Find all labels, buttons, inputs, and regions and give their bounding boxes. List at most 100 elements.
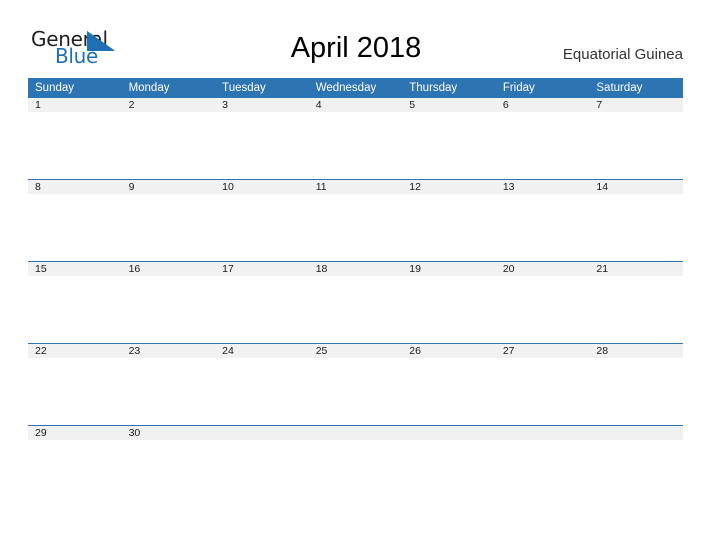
day-events-area [402, 440, 496, 506]
day-events-area[interactable] [402, 358, 496, 424]
day-number [589, 426, 683, 440]
day-events-area[interactable] [589, 276, 683, 342]
calendar-body: 1 2 3 4 5 6 7 8 9 10 11 12 13 14 15 16 1… [28, 98, 683, 506]
day-events-area[interactable] [589, 194, 683, 260]
calendar-day-cell[interactable]: 6 [495, 98, 590, 180]
calendar-day-cell[interactable]: 8 [28, 179, 122, 262]
day-events-area[interactable] [215, 276, 309, 342]
day-events-area [589, 440, 683, 506]
day-events-area[interactable] [215, 112, 309, 178]
day-events-area[interactable] [402, 112, 496, 178]
day-number: 5 [402, 98, 496, 112]
weekday-header-thursday: Thursday [402, 78, 496, 98]
day-events-area[interactable] [496, 112, 590, 178]
day-number [495, 426, 590, 440]
day-events-area[interactable] [28, 112, 122, 178]
day-number: 1 [28, 98, 122, 112]
calendar-day-cell-empty [495, 425, 590, 506]
weekday-header-sunday: Sunday [28, 78, 122, 98]
calendar-table: Sunday Monday Tuesday Wednesday Thursday… [28, 78, 683, 506]
calendar-day-cell[interactable]: 29 [28, 425, 122, 506]
calendar-day-cell[interactable]: 2 [121, 98, 216, 180]
day-number: 14 [589, 180, 683, 194]
day-events-area[interactable] [309, 112, 403, 178]
day-number: 4 [308, 98, 403, 112]
calendar-day-cell[interactable]: 14 [589, 179, 683, 262]
day-events-area[interactable] [589, 112, 683, 178]
day-number: 11 [308, 180, 403, 194]
day-events-area[interactable] [215, 194, 309, 260]
calendar-day-cell[interactable]: 15 [28, 261, 122, 344]
day-events-area[interactable] [309, 194, 403, 260]
calendar-day-cell-empty [308, 425, 403, 506]
day-events-area[interactable] [309, 358, 403, 424]
day-events-area[interactable] [28, 358, 122, 424]
calendar-day-cell[interactable]: 18 [308, 261, 403, 344]
calendar-day-cell[interactable]: 10 [215, 179, 309, 262]
day-events-area[interactable] [122, 276, 216, 342]
calendar-day-cell[interactable]: 26 [402, 343, 496, 426]
calendar-day-cell[interactable]: 30 [121, 425, 216, 506]
calendar-day-cell[interactable]: 13 [495, 179, 590, 262]
day-number: 2 [121, 98, 216, 112]
day-number: 26 [402, 344, 496, 358]
day-number: 24 [215, 344, 309, 358]
day-number: 12 [402, 180, 496, 194]
day-number [308, 426, 403, 440]
day-number: 20 [495, 262, 590, 276]
day-events-area[interactable] [496, 276, 590, 342]
calendar-week-row: 1 2 3 4 5 6 7 [28, 98, 683, 180]
calendar-day-cell[interactable]: 4 [308, 98, 403, 180]
calendar-day-cell[interactable]: 28 [589, 343, 683, 426]
day-number: 29 [28, 426, 122, 440]
day-number: 19 [402, 262, 496, 276]
calendar-day-cell[interactable]: 9 [121, 179, 216, 262]
calendar-day-cell[interactable]: 23 [121, 343, 216, 426]
calendar-day-cell[interactable]: 7 [589, 98, 683, 180]
day-events-area[interactable] [28, 194, 122, 260]
calendar-week-row: 22 23 24 25 26 27 28 [28, 343, 683, 426]
day-events-area[interactable] [309, 276, 403, 342]
day-number: 15 [28, 262, 122, 276]
day-events-area[interactable] [402, 276, 496, 342]
day-events-area[interactable] [215, 358, 309, 424]
region-label: Equatorial Guinea [562, 46, 683, 63]
day-events-area[interactable] [122, 440, 216, 506]
calendar-day-cell-empty [589, 425, 683, 506]
day-events-area[interactable] [122, 358, 216, 424]
day-number [402, 426, 496, 440]
page-header: General Blue April 2018 Equatorial Guine… [0, 0, 712, 68]
day-events-area[interactable] [589, 358, 683, 424]
calendar-day-cell[interactable]: 16 [121, 261, 216, 344]
day-number: 9 [121, 180, 216, 194]
day-number: 17 [215, 262, 309, 276]
day-events-area[interactable] [402, 194, 496, 260]
calendar-day-cell[interactable]: 11 [308, 179, 403, 262]
day-number: 28 [589, 344, 683, 358]
day-events-area[interactable] [122, 194, 216, 260]
weekday-header-tuesday: Tuesday [215, 78, 309, 98]
day-events-area[interactable] [28, 276, 122, 342]
calendar-day-cell[interactable]: 27 [495, 343, 590, 426]
day-number: 18 [308, 262, 403, 276]
calendar-day-cell[interactable]: 20 [495, 261, 590, 344]
calendar-day-cell[interactable]: 1 [28, 98, 122, 180]
day-number: 3 [215, 98, 309, 112]
day-events-area [496, 440, 590, 506]
calendar-day-cell[interactable]: 17 [215, 261, 309, 344]
calendar-day-cell[interactable]: 21 [589, 261, 683, 344]
day-number: 30 [121, 426, 216, 440]
calendar-day-cell-empty [215, 425, 309, 506]
calendar-day-cell[interactable]: 3 [215, 98, 309, 180]
calendar-day-cell[interactable]: 19 [402, 261, 496, 344]
calendar-day-cell[interactable]: 12 [402, 179, 496, 262]
day-events-area[interactable] [496, 358, 590, 424]
calendar-day-cell[interactable]: 5 [402, 98, 496, 180]
day-number: 21 [589, 262, 683, 276]
calendar-day-cell[interactable]: 22 [28, 343, 122, 426]
day-events-area[interactable] [496, 194, 590, 260]
calendar-day-cell[interactable]: 25 [308, 343, 403, 426]
day-events-area[interactable] [28, 440, 122, 506]
day-events-area[interactable] [122, 112, 216, 178]
calendar-day-cell[interactable]: 24 [215, 343, 309, 426]
